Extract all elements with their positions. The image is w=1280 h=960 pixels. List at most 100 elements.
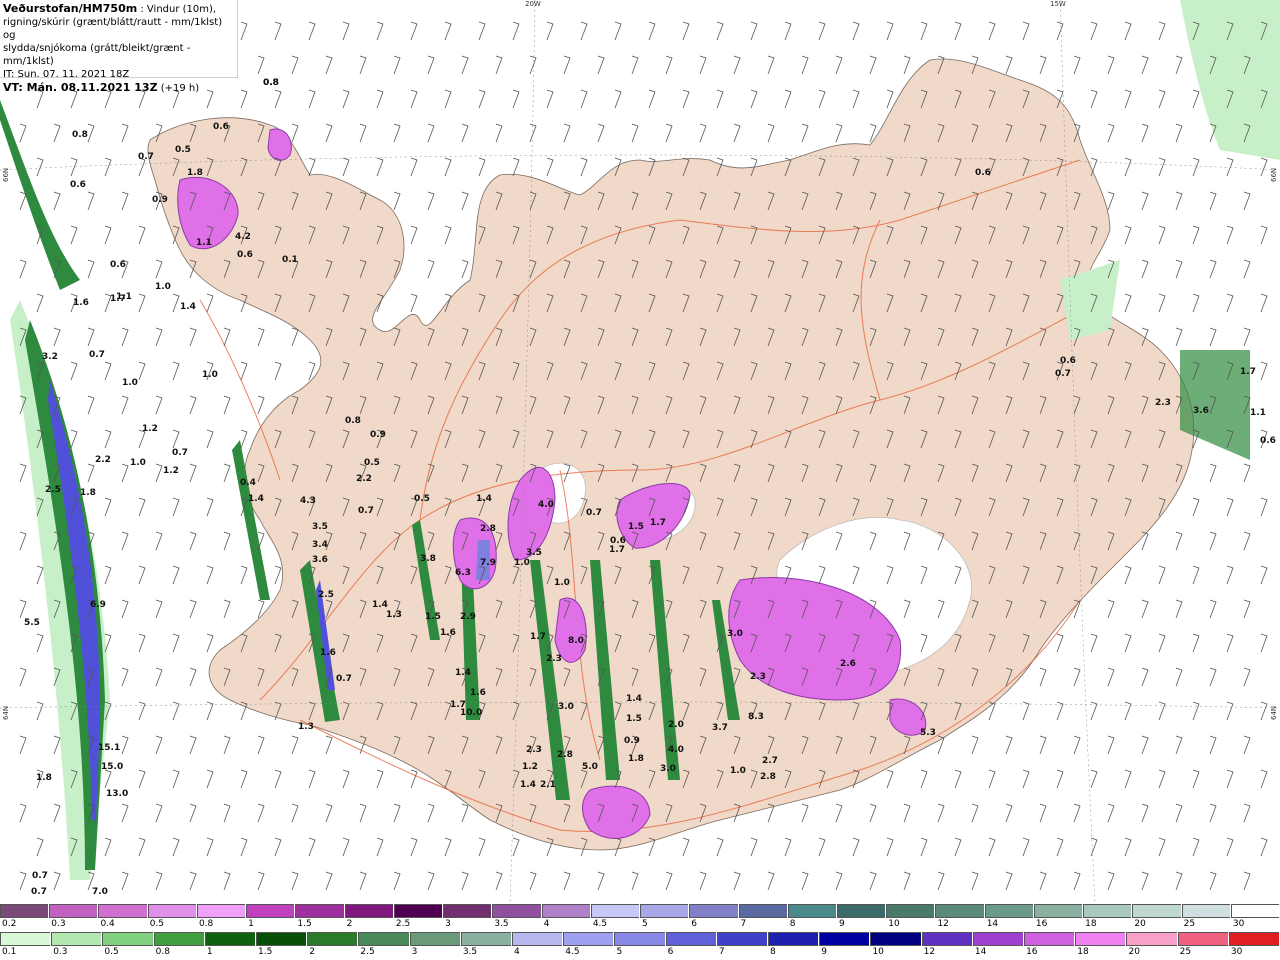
snow-scale-cell: 1.5 [295, 904, 345, 932]
precip-value: 2.7 [762, 756, 778, 766]
rain-scale-swatch [51, 932, 102, 946]
rain-scale-cell: 3 [409, 932, 461, 960]
rain-scale-label: 6 [667, 947, 674, 957]
snow-scale-swatch [492, 904, 541, 918]
snow-scale-label: 6 [691, 919, 698, 929]
precip-value: 2.2 [356, 474, 372, 484]
snow-scale-swatch [443, 904, 492, 918]
precip-value: 1.3 [386, 610, 402, 620]
precip-value: 1.7 [530, 632, 546, 642]
snow-scale-cell: 5 [640, 904, 690, 932]
snow-scale-swatch [836, 904, 886, 918]
rain-scale-cell: 6 [665, 932, 717, 960]
snow-scale-swatch [393, 904, 443, 918]
precip-value: 0.5 [364, 458, 380, 468]
snow-scale-swatch [98, 904, 147, 918]
snow-scale-label: 1.5 [297, 919, 312, 929]
precip-value: 0.7 [358, 506, 374, 516]
snow-scale-label: 18 [1085, 919, 1097, 929]
precip-value: 2.3 [546, 654, 562, 664]
snow-scale-label: 0.2 [2, 919, 17, 929]
precip-value: 3.4 [312, 540, 328, 550]
snow-scale-label: 12 [937, 919, 949, 929]
precip-value: 1.7 [110, 294, 126, 304]
precip-value: 0.9 [370, 430, 386, 440]
precip-value: 3.8 [420, 554, 436, 564]
rain-scale-swatch [665, 932, 716, 946]
precip-value: 0.5 [414, 494, 430, 504]
snow-scale-swatch [1083, 904, 1132, 918]
rain-scale-swatch [1228, 932, 1280, 946]
snow-scale-swatch [689, 904, 738, 918]
snow-scale-swatch [1033, 904, 1083, 918]
precip-value: 1.8 [80, 488, 96, 498]
precip-value: 7.9 [480, 558, 496, 568]
precip-value: 0.4 [240, 478, 256, 488]
snow-scale-label: 8 [789, 919, 796, 929]
rain-scale-swatch [614, 932, 665, 946]
rain-scale-cell: 0.3 [51, 932, 103, 960]
precip-value: 0.8 [72, 130, 88, 140]
precip-value: 1.4 [455, 668, 471, 678]
snow-scale-swatch [246, 904, 295, 918]
snow-scale-swatch [1132, 904, 1181, 918]
snow-scale-label: 0.5 [149, 919, 165, 929]
rain-scale-swatch [153, 932, 204, 946]
snow-scale-cell: 1 [246, 904, 296, 932]
rain-scale-cell: 1 [204, 932, 257, 960]
rain-scale-swatch [1075, 932, 1126, 946]
rain-scale-label: 0.3 [53, 947, 68, 957]
valid-time-line: VT: Mán. 08.11.2021 13Z (+19 h) [3, 81, 234, 95]
map-info-box: Veðurstofan/HM750m : Vindur (10m), rigni… [0, 0, 238, 94]
rain-scale-label: 30 [1230, 947, 1243, 957]
precip-value: 3.7 [712, 723, 728, 733]
precip-value: 4.0 [668, 745, 684, 755]
grid-label-20w: 20W [525, 0, 541, 8]
precip-value: 1.1 [196, 238, 212, 248]
precip-value: 4.3 [300, 496, 316, 506]
rain-scale-cell: 5 [614, 932, 666, 960]
snow-scale-swatch [1181, 904, 1230, 918]
precip-value: 1.4 [372, 600, 388, 610]
precip-value: 2.2 [95, 455, 111, 465]
precip-value: 1.5 [628, 522, 644, 532]
rain-scale-cell: 12 [921, 932, 973, 960]
precip-value: 4.0 [538, 500, 554, 510]
rain-scale-label: 9 [821, 947, 827, 957]
rain-scale-label: 16 [1026, 947, 1038, 957]
weather-map [0, 0, 1280, 904]
precip-value: 1.0 [155, 282, 171, 292]
precip-value: 0.9 [624, 736, 640, 746]
rain-scale-swatch [563, 932, 614, 946]
grid-label-66n-right: 66N [1270, 167, 1278, 182]
snow-scale-swatch [640, 904, 689, 918]
snow-scale-cell: 0.4 [98, 904, 148, 932]
snow-scale-cell: 4.5 [590, 904, 641, 932]
snow-scale-cell: 4 [541, 904, 591, 932]
snow-scale-label: 20 [1134, 919, 1146, 929]
rain-scale-swatch [1024, 932, 1075, 946]
precip-value: 1.5 [425, 612, 441, 622]
header-line-2: rigning/skúrir (grænt/blátt/rautt - mm/1… [3, 17, 223, 41]
header-line-3: slydda/snjókoma (grátt/bleikt/grænt - mm… [3, 43, 191, 67]
rain-scale-label: 1.5 [258, 947, 273, 957]
precip-value: 1.4 [476, 494, 492, 504]
rain-scale-label: 2.5 [360, 947, 375, 957]
header-subtitle: : Vindur (10m), [137, 4, 217, 15]
precip-value: 1.4 [180, 302, 196, 312]
snow-scale-swatch [0, 904, 49, 918]
snow-scale-swatch [541, 904, 590, 918]
rain-scale-cell: 18 [1075, 932, 1127, 960]
rain-scale-label: 8 [770, 947, 776, 957]
snow-scale-label: 10 [888, 919, 900, 929]
rain-scale-swatch [819, 932, 870, 946]
precip-value: 2.9 [460, 612, 476, 622]
rain-scale-cell: 4.5 [563, 932, 615, 960]
snow-scale-cell: 12 [935, 904, 985, 932]
rain-scale-label: 20 [1128, 947, 1140, 957]
rain-scale-swatch [204, 932, 256, 946]
rain-scale-cell: 4 [512, 932, 564, 960]
snow-scale-swatch [196, 904, 246, 918]
rain-scale-cell: 9 [819, 932, 871, 960]
rain-scale-swatch [358, 932, 409, 946]
